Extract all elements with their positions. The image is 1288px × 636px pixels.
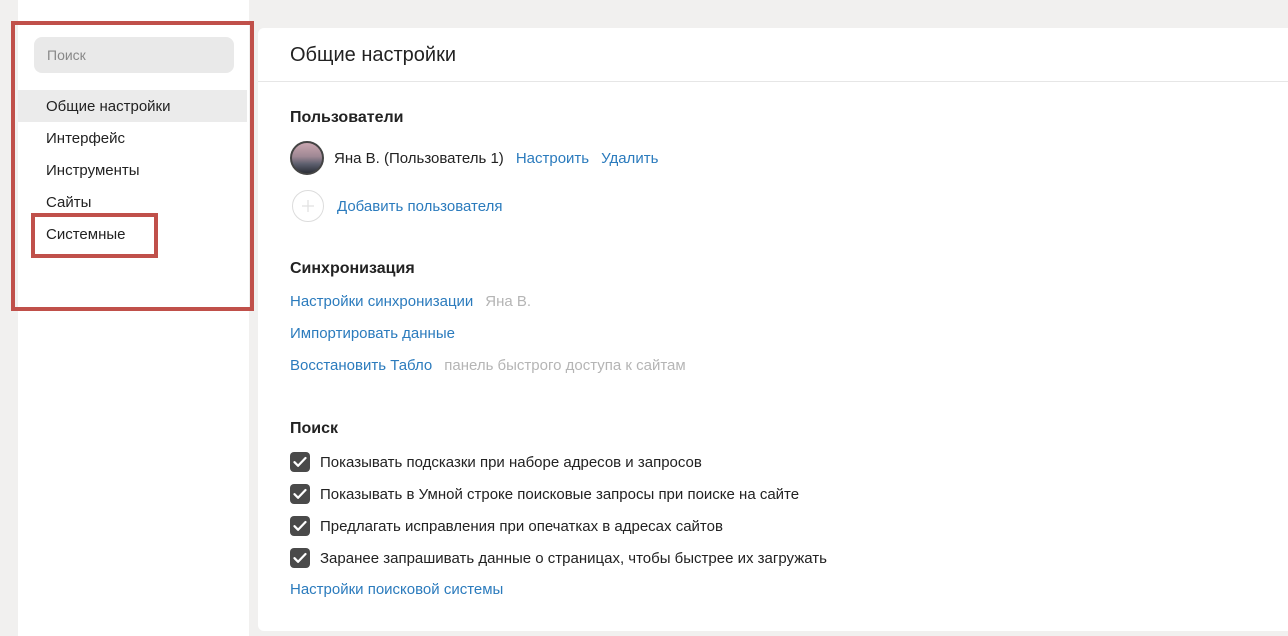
title-divider bbox=[258, 81, 1288, 82]
configure-user-link[interactable]: Настроить bbox=[516, 150, 589, 167]
sync-section-title: Синхронизация bbox=[290, 260, 415, 277]
users-section-title: Пользователи bbox=[290, 109, 404, 126]
search-section-title: Поиск bbox=[290, 420, 339, 437]
search-option-row[interactable]: Предлагать исправления при опечатках в а… bbox=[290, 516, 723, 536]
sync-settings-hint: Яна В. bbox=[485, 293, 532, 310]
search-placeholder: Поиск bbox=[47, 47, 86, 63]
search-engine-row: Настройки поисковой системы bbox=[290, 581, 503, 598]
check-icon[interactable] bbox=[290, 548, 310, 568]
search-engine-settings-link[interactable]: Настройки поисковой системы bbox=[290, 581, 503, 598]
settings-panel: Общие настройки Пользователи Яна В. (Пол… bbox=[258, 28, 1288, 631]
page-title: Общие настройки bbox=[290, 44, 456, 66]
import-row: Импортировать данные bbox=[290, 325, 455, 342]
sidebar-item-general[interactable]: Общие настройки bbox=[18, 90, 247, 122]
add-user-row[interactable]: Добавить пользователя bbox=[290, 190, 502, 222]
sidebar-item-label: Системные bbox=[46, 225, 126, 243]
sidebar-item-tools[interactable]: Инструменты bbox=[18, 154, 247, 186]
import-data-link[interactable]: Импортировать данные bbox=[290, 325, 455, 342]
user-row: Яна В. (Пользователь 1) Настроить Удалит… bbox=[290, 141, 658, 175]
sidebar-item-label: Общие настройки bbox=[46, 97, 171, 115]
restore-tablo-hint: панель быстрого доступа к сайтам bbox=[444, 357, 686, 374]
search-option-label: Показывать подсказки при наборе адресов … bbox=[320, 453, 702, 471]
delete-user-link[interactable]: Удалить bbox=[601, 150, 658, 167]
search-option-row[interactable]: Заранее запрашивать данные о страницах, … bbox=[290, 548, 827, 568]
sync-settings-link[interactable]: Настройки синхронизации bbox=[290, 293, 473, 310]
search-option-label: Предлагать исправления при опечатках в а… bbox=[320, 517, 723, 535]
sidebar-item-sites[interactable]: Сайты bbox=[18, 186, 247, 218]
sidebar-item-interface[interactable]: Интерфейс bbox=[18, 122, 247, 154]
user-avatar bbox=[290, 141, 324, 175]
check-icon[interactable] bbox=[290, 452, 310, 472]
sidebar-item-label: Интерфейс bbox=[46, 129, 126, 147]
search-option-row[interactable]: Показывать подсказки при наборе адресов … bbox=[290, 452, 702, 472]
sync-settings-row: Настройки синхронизации Яна В. bbox=[290, 293, 531, 310]
search-option-label: Заранее запрашивать данные о страницах, … bbox=[320, 549, 827, 567]
search-option-row[interactable]: Показывать в Умной строке поисковые запр… bbox=[290, 484, 799, 504]
search-input[interactable]: Поиск bbox=[34, 37, 234, 73]
plus-icon[interactable] bbox=[292, 190, 324, 222]
check-icon[interactable] bbox=[290, 484, 310, 504]
check-icon[interactable] bbox=[290, 516, 310, 536]
sidebar-item-label: Сайты bbox=[46, 193, 92, 211]
user-name: Яна В. (Пользователь 1) bbox=[334, 149, 504, 167]
restore-row: Восстановить Табло панель быстрого досту… bbox=[290, 357, 686, 374]
sidebar-item-system[interactable]: Системные bbox=[18, 218, 247, 250]
sidebar-item-label: Инструменты bbox=[46, 161, 140, 179]
restore-tablo-link[interactable]: Восстановить Табло bbox=[290, 357, 432, 374]
add-user-link[interactable]: Добавить пользователя bbox=[337, 198, 502, 215]
search-option-label: Показывать в Умной строке поисковые запр… bbox=[320, 485, 800, 503]
